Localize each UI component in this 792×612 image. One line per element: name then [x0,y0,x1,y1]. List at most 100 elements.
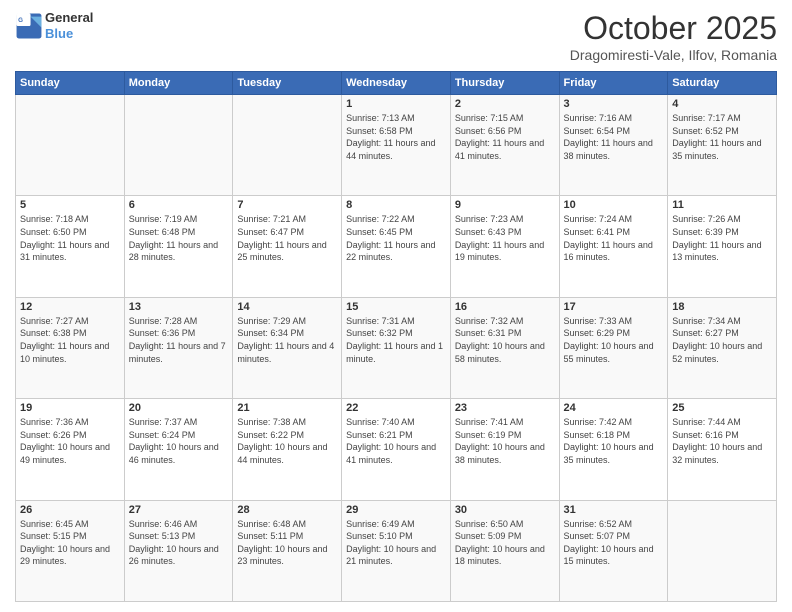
day-number: 27 [129,504,229,516]
day-info: Sunrise: 7:23 AM Sunset: 6:43 PM Dayligh… [455,213,555,263]
day-number: 19 [20,402,120,414]
day-info: Sunrise: 7:40 AM Sunset: 6:21 PM Dayligh… [346,416,446,466]
day-number: 31 [564,504,664,516]
calendar-cell: 4 Sunrise: 7:17 AM Sunset: 6:52 PM Daylig… [668,95,777,196]
day-info: Sunrise: 7:18 AM Sunset: 6:50 PM Dayligh… [20,213,120,263]
calendar-cell: 18Sunrise: 7:34 AM Sunset: 6:27 PM Dayli… [668,297,777,398]
calendar-week-3: 12 Sunrise: 7:27 AM Sunset: 6:38 PM Dayli… [16,297,777,398]
day-info: Sunrise: 6:48 AM Sunset: 5:11 PM Dayligh… [237,518,337,568]
day-info: Sunrise: 7:31 AM Sunset: 6:32 PM Dayligh… [346,315,446,365]
day-number: 13 [129,301,229,313]
day-info: Sunrise: 7:26 AM Sunset: 6:39 PM Dayligh… [672,213,772,263]
day-number: 23 [455,402,555,414]
calendar-cell: 7Sunrise: 7:21 AM Sunset: 6:47 PM Daylig… [233,196,342,297]
calendar-week-2: 5 Sunrise: 7:18 AM Sunset: 6:50 PM Daylig… [16,196,777,297]
weekday-header-saturday: Saturday [668,72,777,95]
calendar-cell: 24 Sunrise: 7:42 AM Sunset: 6:18 PM Dayli… [559,399,668,500]
day-number: 18 [672,301,772,313]
day-number: 8 [346,199,446,211]
weekday-header-tuesday: Tuesday [233,72,342,95]
calendar-cell: 3Sunrise: 7:16 AM Sunset: 6:54 PM Daylig… [559,95,668,196]
calendar-cell: 9 Sunrise: 7:23 AM Sunset: 6:43 PM Daylig… [450,196,559,297]
calendar-cell: 13 Sunrise: 7:28 AM Sunset: 6:36 PM Dayli… [124,297,233,398]
day-number: 12 [20,301,120,313]
calendar-cell: 21 Sunrise: 7:38 AM Sunset: 6:22 PM Dayli… [233,399,342,500]
calendar-cell: 16 Sunrise: 7:32 AM Sunset: 6:31 PM Dayli… [450,297,559,398]
day-number: 9 [455,199,555,211]
calendar-week-1: 1 Sunrise: 7:13 AM Sunset: 6:58 PM Daylig… [16,95,777,196]
day-info: Sunrise: 7:27 AM Sunset: 6:38 PM Dayligh… [20,315,120,365]
calendar-cell: 22Sunrise: 7:40 AM Sunset: 6:21 PM Dayli… [342,399,451,500]
day-info: Sunrise: 7:42 AM Sunset: 6:18 PM Dayligh… [564,416,664,466]
calendar-cell: 28Sunrise: 6:48 AM Sunset: 5:11 PM Dayli… [233,500,342,601]
calendar-cell: 25Sunrise: 7:44 AM Sunset: 6:16 PM Dayli… [668,399,777,500]
calendar-cell: 11 Sunrise: 7:26 AM Sunset: 6:39 PM Dayli… [668,196,777,297]
day-info: Sunrise: 7:24 AM Sunset: 6:41 PM Dayligh… [564,213,664,263]
day-info: Sunrise: 7:15 AM Sunset: 6:56 PM Dayligh… [455,112,555,162]
day-info: Sunrise: 7:41 AM Sunset: 6:19 PM Dayligh… [455,416,555,466]
calendar-cell [233,95,342,196]
logo-line2: Blue [45,26,93,42]
day-info: Sunrise: 6:50 AM Sunset: 5:09 PM Dayligh… [455,518,555,568]
day-info: Sunrise: 7:32 AM Sunset: 6:31 PM Dayligh… [455,315,555,365]
day-number: 24 [564,402,664,414]
calendar-cell: 10 Sunrise: 7:24 AM Sunset: 6:41 PM Dayli… [559,196,668,297]
day-number: 21 [237,402,337,414]
calendar-cell: 29Sunrise: 6:49 AM Sunset: 5:10 PM Dayli… [342,500,451,601]
day-number: 14 [237,301,337,313]
logo: G General Blue [15,10,93,41]
weekday-header-wednesday: Wednesday [342,72,451,95]
day-number: 29 [346,504,446,516]
day-number: 5 [20,199,120,211]
svg-text:G: G [18,17,23,24]
day-number: 2 [455,98,555,110]
day-number: 25 [672,402,772,414]
weekday-header-row: SundayMondayTuesdayWednesdayThursdayFrid… [16,72,777,95]
calendar-cell: 12 Sunrise: 7:27 AM Sunset: 6:38 PM Dayli… [16,297,125,398]
calendar-cell: 2 Sunrise: 7:15 AM Sunset: 6:56 PM Daylig… [450,95,559,196]
day-info: Sunrise: 7:33 AM Sunset: 6:29 PM Dayligh… [564,315,664,365]
day-number: 1 [346,98,446,110]
weekday-header-friday: Friday [559,72,668,95]
day-number: 10 [564,199,664,211]
day-info: Sunrise: 7:36 AM Sunset: 6:26 PM Dayligh… [20,416,120,466]
calendar-cell: 31Sunrise: 6:52 AM Sunset: 5:07 PM Dayli… [559,500,668,601]
day-info: Sunrise: 7:29 AM Sunset: 6:34 PM Dayligh… [237,315,337,365]
day-info: Sunrise: 7:38 AM Sunset: 6:22 PM Dayligh… [237,416,337,466]
day-number: 20 [129,402,229,414]
day-info: Sunrise: 6:45 AM Sunset: 5:15 PM Dayligh… [20,518,120,568]
day-number: 30 [455,504,555,516]
calendar: SundayMondayTuesdayWednesdayThursdayFrid… [15,71,777,602]
calendar-cell: 14 Sunrise: 7:29 AM Sunset: 6:34 PM Dayli… [233,297,342,398]
calendar-cell: 26 Sunrise: 6:45 AM Sunset: 5:15 PM Dayli… [16,500,125,601]
header: G General Blue October 2025 Dragomiresti… [15,10,777,63]
day-info: Sunrise: 7:28 AM Sunset: 6:36 PM Dayligh… [129,315,229,365]
calendar-cell [16,95,125,196]
month-title: October 2025 [570,10,777,47]
day-number: 11 [672,199,772,211]
day-number: 15 [346,301,446,313]
weekday-header-thursday: Thursday [450,72,559,95]
calendar-cell [124,95,233,196]
day-number: 6 [129,199,229,211]
title-block: October 2025 Dragomiresti-Vale, Ilfov, R… [570,10,777,63]
calendar-cell: 15 Sunrise: 7:31 AM Sunset: 6:32 PM Dayli… [342,297,451,398]
calendar-cell: 6 Sunrise: 7:19 AM Sunset: 6:48 PM Daylig… [124,196,233,297]
calendar-cell: 23 Sunrise: 7:41 AM Sunset: 6:19 PM Dayli… [450,399,559,500]
page: G General Blue October 2025 Dragomiresti… [0,0,792,612]
calendar-cell [668,500,777,601]
day-info: Sunrise: 7:17 AM Sunset: 6:52 PM Dayligh… [672,112,772,162]
weekday-header-sunday: Sunday [16,72,125,95]
calendar-cell: 30 Sunrise: 6:50 AM Sunset: 5:09 PM Dayli… [450,500,559,601]
day-number: 4 [672,98,772,110]
day-info: Sunrise: 7:13 AM Sunset: 6:58 PM Dayligh… [346,112,446,162]
calendar-cell: 1 Sunrise: 7:13 AM Sunset: 6:58 PM Daylig… [342,95,451,196]
day-number: 26 [20,504,120,516]
day-info: Sunrise: 7:16 AM Sunset: 6:54 PM Dayligh… [564,112,664,162]
calendar-cell: 27Sunrise: 6:46 AM Sunset: 5:13 PM Dayli… [124,500,233,601]
calendar-cell: 19 Sunrise: 7:36 AM Sunset: 6:26 PM Dayli… [16,399,125,500]
day-info: Sunrise: 7:19 AM Sunset: 6:48 PM Dayligh… [129,213,229,263]
day-number: 16 [455,301,555,313]
day-info: Sunrise: 7:22 AM Sunset: 6:45 PM Dayligh… [346,213,446,263]
logo-icon: G [15,12,43,40]
